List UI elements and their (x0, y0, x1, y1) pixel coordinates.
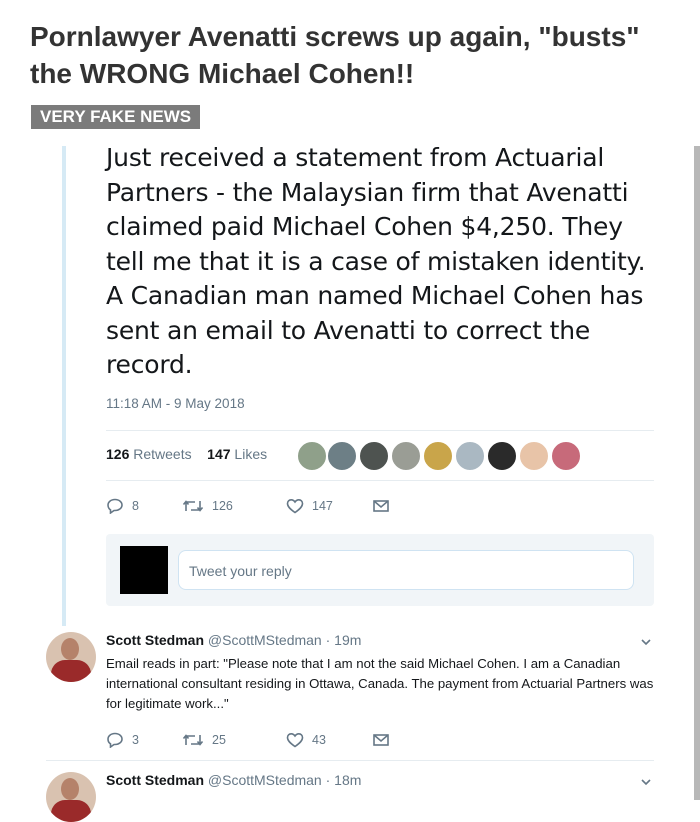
reply-author-name[interactable]: Scott Stedman (106, 632, 204, 648)
reply-header: Scott Stedman @ScottMStedman · 19m (106, 632, 361, 648)
avatar[interactable] (358, 440, 390, 472)
avatar[interactable] (518, 440, 550, 472)
category-tag[interactable]: VERY FAKE NEWS (31, 105, 201, 129)
tweet-stats: 126 Retweets 147 Likes (106, 446, 267, 462)
chevron-down-icon[interactable] (640, 636, 652, 648)
retweet-icon (182, 500, 204, 512)
reply-button[interactable]: 3 (106, 732, 139, 748)
retweet-icon (182, 734, 204, 746)
like-count: 147 (312, 499, 333, 513)
retweets-stat[interactable]: 126 Retweets (106, 446, 192, 462)
avatar (120, 546, 168, 594)
likes-label: Likes (234, 446, 268, 462)
divider (106, 480, 654, 481)
message-icon (373, 734, 389, 746)
reply-author-handle[interactable]: @ScottMStedman (208, 772, 322, 788)
divider (46, 760, 654, 761)
reply-author-handle[interactable]: @ScottMStedman (208, 632, 322, 648)
retweets-label: Retweets (133, 446, 192, 462)
like-button[interactable]: 147 (286, 498, 333, 514)
like-count: 43 (312, 733, 326, 747)
avatar[interactable] (390, 440, 422, 472)
reply-count: 3 (132, 733, 139, 747)
like-icon (286, 732, 304, 748)
reply-button[interactable]: 8 (106, 498, 139, 514)
avatar[interactable] (46, 632, 96, 682)
reply-time[interactable]: · 19m (326, 632, 362, 648)
chevron-down-icon[interactable] (640, 776, 652, 788)
tweet-text: Just received a statement from Actuarial… (106, 143, 646, 379)
divider (106, 430, 654, 431)
likes-count: 147 (207, 446, 231, 462)
reply-input[interactable]: Tweet your reply (178, 550, 634, 590)
retweet-button[interactable]: 126 (182, 498, 233, 514)
avatar[interactable] (326, 440, 358, 472)
likes-stat[interactable]: 147 Likes (207, 446, 267, 462)
avatar-face (61, 638, 79, 660)
reply-text: Email reads in part: "Please note that I… (106, 656, 654, 711)
article-headline: Pornlawyer Avenatti screws up again, "bu… (30, 21, 640, 89)
quote-border (62, 146, 66, 626)
avatar-figure (51, 800, 91, 822)
avatar[interactable] (454, 440, 486, 472)
tweet-timestamp[interactable]: 11:18 AM - 9 May 2018 (106, 396, 245, 411)
avatar[interactable] (46, 772, 96, 822)
avatar[interactable] (550, 440, 582, 472)
direct-message-button[interactable] (372, 732, 390, 748)
retweets-count: 126 (106, 446, 130, 462)
reply-author-name[interactable]: Scott Stedman (106, 772, 204, 788)
avatar[interactable] (486, 440, 518, 472)
avatar-face (61, 778, 79, 800)
reply-icon (107, 498, 123, 514)
reply-composer: Tweet your reply (106, 534, 654, 606)
avatar[interactable] (296, 440, 328, 472)
avatar-figure (51, 660, 91, 682)
message-icon (373, 500, 389, 512)
retweet-count: 126 (212, 499, 233, 513)
screenshot-edge (694, 146, 700, 800)
reply-header: Scott Stedman @ScottMStedman · 18m (106, 772, 361, 788)
reply-time[interactable]: · 18m (326, 772, 362, 788)
like-button[interactable]: 43 (286, 732, 326, 748)
retweet-count: 25 (212, 733, 226, 747)
like-icon (286, 498, 304, 514)
direct-message-button[interactable] (372, 498, 390, 514)
retweet-button[interactable]: 25 (182, 732, 226, 748)
avatar[interactable] (422, 440, 454, 472)
reply-count: 8 (132, 499, 139, 513)
reply-icon (107, 732, 123, 748)
